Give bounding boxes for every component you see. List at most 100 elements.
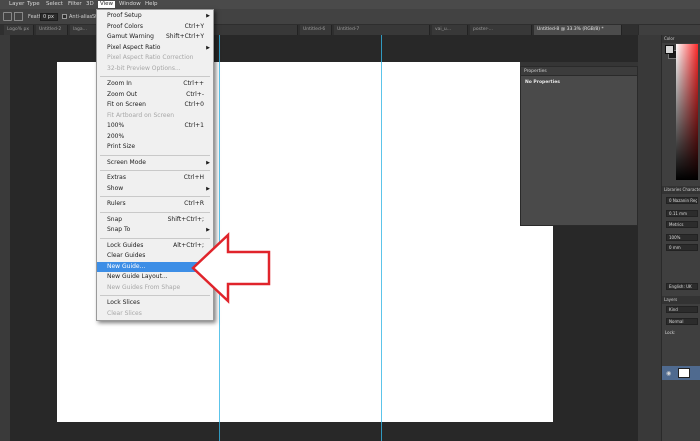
menu-item-label: Print Size — [107, 143, 136, 150]
menu-item-rulers[interactable]: Rulers Ctrl+R — [97, 199, 213, 210]
menu-item-shortcut: Ctrl+R — [184, 200, 204, 207]
menu-separator — [100, 196, 210, 197]
menu-item-label: Gamut Warning — [107, 33, 154, 40]
document-tab[interactable]: poster-... — [470, 25, 532, 35]
properties-tab[interactable]: Properties — [521, 67, 637, 76]
menu-item-clear-slices: Clear Slices — [97, 309, 213, 320]
document-tab[interactable]: Untitled-7 — [334, 25, 430, 35]
menu-select[interactable]: Select — [44, 1, 65, 8]
menu-item-proof-setup[interactable]: Proof Setup ▶ — [97, 11, 213, 22]
menu-item-shortcut: Ctrl++ — [183, 80, 204, 87]
menu-item-label: Fit Artboard on Screen — [107, 111, 175, 119]
font-size-field[interactable]: 0.11 mm — [666, 210, 698, 217]
menu-item-label: Screen Mode — [107, 158, 146, 166]
menu-item-label: Rulers — [107, 200, 126, 207]
foreground-color-swatch[interactable] — [665, 45, 674, 54]
menu-item-label: Clear Slices — [107, 309, 142, 317]
menu-item-label: Pixel Aspect Ratio — [107, 43, 161, 51]
lock-label: Lock: — [665, 330, 676, 335]
menu-item-shortcut: Ctrl+1 — [184, 122, 204, 129]
menu-item-snap[interactable]: Snap Shift+Ctrl+; — [97, 215, 213, 226]
properties-body-text: No Properties — [525, 80, 560, 85]
character-tab[interactable]: Libraries Character — [662, 186, 700, 194]
layer-kind-filter[interactable]: Kind — [666, 306, 698, 313]
menu-layer[interactable]: Layer — [7, 1, 26, 8]
eye-icon[interactable]: ◉ — [666, 370, 671, 377]
menu-item-shortcut: Ctrl+0 — [184, 101, 204, 108]
selection-mode-icon[interactable] — [14, 12, 23, 21]
tools-panel — [0, 35, 10, 441]
feather-input[interactable]: 0 px — [40, 13, 58, 21]
menu-item-label: Proof Setup — [107, 12, 142, 19]
panel-icon-column — [638, 35, 662, 441]
menu-item-label: Zoom In — [107, 80, 132, 87]
menu-item-shortcut: Ctrl+Y — [184, 22, 204, 30]
properties-panel: Properties No Properties — [520, 66, 638, 226]
menu-item-label: Proof Colors — [107, 22, 143, 30]
blend-mode-select[interactable]: Normal — [666, 318, 698, 325]
menu-item-label: Snap To — [107, 226, 131, 233]
kerning-field[interactable]: Metrics — [666, 221, 698, 228]
menu-item-label: New Guides From Shape — [107, 283, 181, 291]
menu-item-100[interactable]: 100% Ctrl+1 — [97, 121, 213, 132]
layers-tab[interactable]: Layers — [662, 296, 700, 304]
menu-item-print-size[interactable]: Print Size — [97, 142, 213, 153]
menu-help[interactable]: Help — [143, 1, 160, 8]
document-tab[interactable]: Logo% px — [4, 25, 34, 35]
color-picker-field[interactable] — [676, 44, 698, 180]
document-tab[interactable]: Untitled-6 — [300, 25, 332, 35]
menu-3d[interactable]: 3D — [84, 1, 96, 8]
menu-item-show[interactable]: Show ▶ — [97, 184, 213, 195]
submenu-arrow-icon: ▶ — [206, 44, 210, 51]
menu-item-label: 32-bit Preview Options... — [107, 64, 181, 72]
menu-separator — [100, 211, 210, 213]
color-tab[interactable]: Color — [662, 35, 700, 43]
menu-item-label: Show — [107, 184, 124, 192]
menu-item-zoom-in[interactable]: Zoom In Ctrl++ — [97, 79, 213, 90]
submenu-arrow-icon: ▶ — [206, 13, 210, 19]
menu-separator — [100, 76, 210, 77]
menu-item-gamut-warning[interactable]: Gamut Warning Shift+Ctrl+Y — [97, 32, 213, 43]
menu-item-label: Snap — [107, 215, 123, 223]
anti-alias-checkbox[interactable] — [62, 14, 67, 19]
menu-item-32-bit-preview-options: 32-bit Preview Options... — [97, 64, 213, 75]
document-tab[interactable]: vai_u... — [432, 25, 468, 35]
menu-bar: Layer Type Select Filter 3D View Window Help — [0, 0, 700, 9]
horizontal-scale-field[interactable]: 100% — [666, 234, 698, 241]
menu-item-label: Clear Guides — [107, 252, 146, 259]
properties-tab-label: Properties — [524, 69, 547, 74]
menu-item-label: New Guide Layout... — [107, 273, 168, 280]
font-family-select[interactable]: 0 Nazanin Regular — [666, 197, 698, 204]
menu-item-zoom-out[interactable]: Zoom Out Ctrl+- — [97, 90, 213, 101]
menu-view[interactable]: View — [98, 1, 116, 8]
menu-filter[interactable]: Filter — [66, 1, 84, 8]
menu-item-200[interactable]: 200% — [97, 132, 213, 143]
menu-item-fit-on-screen[interactable]: Fit on Screen Ctrl+0 — [97, 100, 213, 111]
menu-item-label: 200% — [107, 132, 125, 140]
menu-type[interactable]: Type — [25, 1, 42, 8]
menu-item-label: Pixel Aspect Ratio Correction — [107, 54, 194, 61]
menu-item-shortcut: Ctrl+- — [186, 90, 204, 98]
document-tab[interactable]: Untitled-8 @ 33.3% (RGB/8) * — [534, 25, 622, 35]
document-tab[interactable]: Untitled-2 — [36, 25, 68, 35]
menu-item-shortcut: Shift+Ctrl+Y — [165, 33, 204, 40]
menu-item-label: Lock Slices — [107, 299, 140, 306]
menu-item-label: New Guide... — [107, 262, 146, 270]
submenu-arrow-icon: ▶ — [206, 159, 210, 166]
menu-separator — [100, 170, 210, 171]
submenu-arrow-icon: ▶ — [206, 185, 210, 192]
menu-item-pixel-aspect-ratio[interactable]: Pixel Aspect Ratio ▶ — [97, 43, 213, 54]
baseline-shift-field[interactable]: 0 mm — [666, 244, 698, 251]
menu-separator — [100, 154, 210, 156]
menu-item-proof-colors[interactable]: Proof Colors Ctrl+Y — [97, 22, 213, 33]
menu-window[interactable]: Window — [117, 1, 143, 8]
annotation-arrow — [191, 232, 271, 304]
layer-thumbnail — [678, 368, 690, 378]
menu-item-extras[interactable]: Extras Ctrl+H — [97, 173, 213, 184]
menu-item-screen-mode[interactable]: Screen Mode ▶ — [97, 158, 213, 169]
marquee-tool-icon[interactable] — [3, 12, 12, 21]
vertical-guide[interactable] — [381, 35, 382, 441]
language-select[interactable]: English: UK — [666, 283, 698, 290]
menu-item-shortcut: Shift+Ctrl+; — [167, 215, 204, 223]
menu-item-label: Lock Guides — [107, 241, 144, 249]
